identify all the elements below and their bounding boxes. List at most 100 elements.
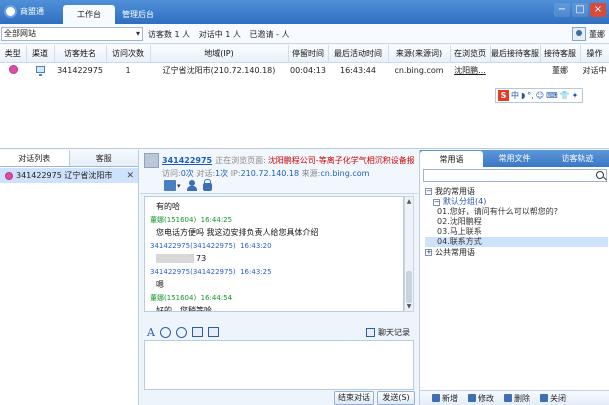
browsing-label: 正在浏览页面:: [215, 156, 266, 165]
emoji-icon[interactable]: [159, 326, 171, 338]
send-button[interactable]: 发送(S): [377, 391, 415, 405]
tree-root-mine[interactable]: − 我的常用语: [425, 186, 608, 197]
tab-admin[interactable]: 管理后台: [112, 5, 164, 24]
chat-history-button[interactable]: 聊天记录: [366, 327, 410, 338]
chevron-down-icon: ▾: [135, 29, 140, 38]
close-button[interactable]: ×: [590, 3, 606, 17]
person-icon[interactable]: [186, 180, 198, 191]
ime-toolbar[interactable]: S 中 ◗ °, ☺ ⌨ 👕 ✦: [495, 88, 583, 103]
message-header: 341422975(341422975) 16:43:20: [150, 241, 398, 252]
lock-icon[interactable]: [202, 179, 212, 191]
search-icon[interactable]: [596, 171, 604, 179]
col-page[interactable]: 在浏览页: [450, 45, 491, 63]
invited-count: 已邀请 - 人: [249, 30, 290, 39]
col-region[interactable]: 地域(IP): [150, 45, 289, 63]
tab-visitor-trail[interactable]: 访客轨迹: [546, 150, 609, 167]
chat-buttons: 结束对话 发送(S): [140, 390, 418, 405]
visits-value: 0次: [180, 169, 194, 178]
edit-label: 修改: [478, 393, 494, 403]
col-type[interactable]: 类型: [0, 45, 27, 63]
site-select[interactable]: 全部网站 ▾: [1, 27, 143, 41]
minimize-button[interactable]: −: [554, 3, 570, 17]
col-last-agent[interactable]: 最后接待客服: [490, 45, 541, 63]
ime-moon-icon[interactable]: ◗: [521, 91, 525, 100]
message-time: 16:43:25: [240, 268, 272, 276]
col-source[interactable]: 来源(来源词): [388, 45, 451, 63]
visitor-id-link[interactable]: 341422975: [162, 156, 212, 165]
folder-icon[interactable]: [164, 180, 176, 191]
left-tabs: 对话列表 客服: [0, 150, 138, 167]
message-header: 董娜(151604) 16:44:25: [150, 215, 398, 226]
user-name: 董娜: [589, 29, 605, 39]
source-value: cn.bing.com: [320, 169, 370, 178]
current-user[interactable]: 董娜: [572, 27, 605, 41]
font-icon[interactable]: A: [147, 326, 155, 339]
ime-tools-icon[interactable]: ✦: [572, 91, 579, 100]
chats-value: 1次: [215, 169, 229, 178]
phrase-item[interactable]: 03.马上联系: [425, 227, 608, 237]
expand-icon[interactable]: +: [425, 249, 432, 256]
add-button[interactable]: 新增: [432, 393, 458, 404]
message-text: 73: [196, 254, 207, 263]
region-cell: 辽宁省沈阳市(210.72.140.18): [162, 65, 276, 75]
message-sender: 董娜(151604): [150, 294, 197, 302]
add-icon: [432, 394, 440, 402]
tab-agents[interactable]: 客服: [70, 150, 139, 166]
quick-reply-icon[interactable]: [175, 326, 187, 338]
col-visits[interactable]: 访问次数: [106, 45, 151, 63]
message-body: 有的哈: [156, 202, 180, 211]
col-name[interactable]: 访客姓名: [54, 45, 107, 63]
collapse-icon[interactable]: −: [433, 198, 440, 206]
page-cell[interactable]: 沈阳鹏...: [450, 62, 490, 78]
end-chat-button[interactable]: 结束对话: [334, 391, 374, 405]
chat-panel: 341422975 正在浏览页面: 沈阳鹏程公司-等离子化学气相沉积设备报价..…: [140, 150, 418, 405]
phrase-item-selected[interactable]: 04.联系方式: [425, 237, 608, 247]
source-cell: cn.bing.com: [394, 65, 444, 75]
phrase-item[interactable]: 02.沈阳鹏程: [425, 217, 608, 227]
close-panel-button[interactable]: 关闭: [540, 393, 566, 404]
edit-button[interactable]: 修改: [468, 393, 494, 404]
tree-root-public[interactable]: + 公共常用语: [425, 247, 608, 258]
phrase-search-input[interactable]: [423, 169, 607, 182]
ip-value: 210.72.140.18: [240, 169, 300, 178]
browsing-page-link[interactable]: 沈阳鹏程公司-等离子化学气相沉积设备报价...: [268, 155, 414, 166]
scroll-thumb[interactable]: [406, 271, 412, 303]
tree-group-default[interactable]: − 默认分组(4): [425, 197, 608, 207]
col-duration[interactable]: 停留时间: [288, 45, 329, 63]
collapse-icon[interactable]: −: [425, 188, 432, 195]
col-last-active[interactable]: 最后活动时间: [328, 45, 389, 63]
message-input[interactable]: [144, 340, 414, 390]
tab-conversation-list[interactable]: 对话列表: [0, 150, 70, 166]
close-icon[interactable]: ✕: [126, 171, 134, 181]
visitor-avatar: [144, 153, 159, 168]
ime-keyboard-icon[interactable]: ⌨: [546, 91, 558, 100]
maximize-button[interactable]: □: [572, 3, 588, 17]
delete-button[interactable]: 删除: [504, 393, 530, 404]
screenshot-icon[interactable]: [191, 327, 203, 337]
scroll-up-icon[interactable]: ▲: [405, 198, 413, 205]
message-scrollbar[interactable]: ▲ ▼: [404, 196, 414, 312]
scroll-down-icon[interactable]: ▼: [405, 303, 413, 310]
table-row[interactable]: 341422975 1 辽宁省沈阳市(210.72.140.18) 00:04:…: [0, 62, 609, 78]
col-operation[interactable]: 操作: [580, 45, 609, 63]
col-channel[interactable]: 渠道: [26, 45, 55, 63]
conversation-list-panel: 对话列表 客服 341422975 辽宁省沈阳市 ✕: [0, 150, 139, 405]
operation-cell[interactable]: 对话中: [580, 62, 609, 78]
ime-skin-icon[interactable]: 👕: [560, 91, 570, 100]
filter-bar: 全部网站 ▾ 访客数 1 人 对话中 1 人 已邀请 - 人 董娜: [0, 24, 609, 44]
phrase-actions: 新增 修改 删除 关闭: [420, 390, 609, 405]
tab-workbench[interactable]: 工作台: [63, 5, 115, 24]
phrase-item[interactable]: 01.您好，请问有什么可以帮您的?: [425, 207, 608, 217]
col-agent[interactable]: 接待客服: [540, 45, 581, 63]
tab-common-files[interactable]: 常用文件: [483, 150, 546, 167]
chats-label: 对话:: [196, 169, 216, 178]
chevron-down-icon[interactable]: ▾: [177, 182, 181, 190]
window-controls: − □ ×: [554, 3, 606, 17]
calculator-icon[interactable]: [207, 327, 219, 337]
app-title: 商盟通: [20, 7, 44, 16]
ime-emoji-icon[interactable]: ☺: [536, 91, 544, 100]
ime-punct-icon[interactable]: °,: [527, 91, 534, 100]
conversation-item[interactable]: 341422975 辽宁省沈阳市 ✕: [0, 168, 138, 183]
ime-lang-icon[interactable]: 中: [511, 90, 519, 101]
tab-common-phrases[interactable]: 常用语: [420, 151, 483, 167]
